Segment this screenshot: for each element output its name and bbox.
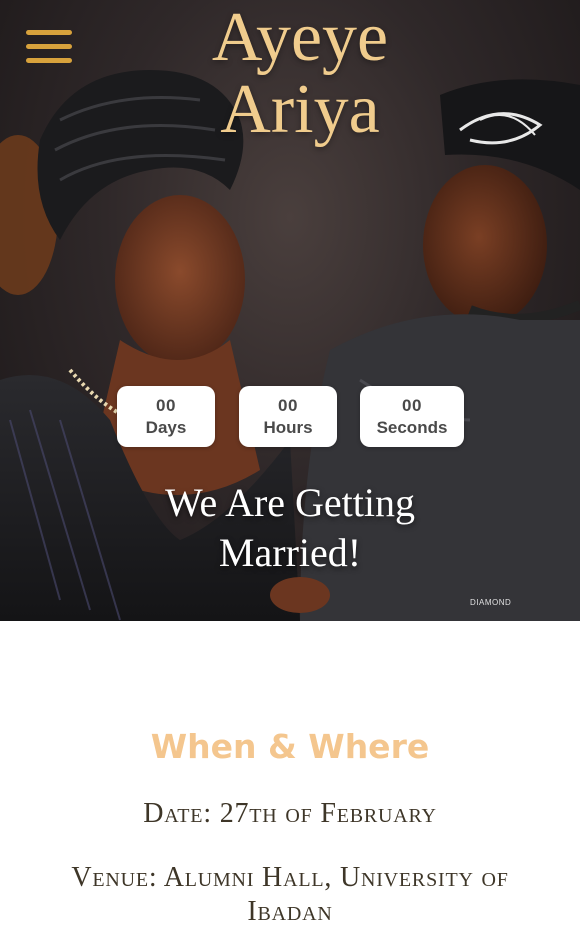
when-where-heading: When & Where [150,727,430,766]
event-details-section: When & Where Date: 27th of February Venu… [0,621,580,927]
days-label: Days [145,418,187,437]
tagline-line-2: Married! [218,530,362,575]
hero-section: Ayeye Ariya 00 Days 00 Hours 00 Seconds … [0,0,580,621]
photographer-watermark: DIAMOND [470,598,512,607]
menu-bar [26,58,72,63]
title-line-2: Ariya [220,71,380,148]
hero-tagline: We Are Getting Married! [90,478,490,578]
hamburger-menu-icon[interactable] [26,30,72,66]
countdown-seconds: 00 Seconds [360,386,464,447]
countdown-days: 00 Days [117,386,215,447]
event-venue: Venue: Alumni Hall, University of Ibadan [71,862,509,927]
couple-title: Ayeye Ariya [150,0,450,146]
menu-bar [26,44,72,49]
seconds-label: Seconds [376,418,448,437]
seconds-value: 00 [402,396,422,415]
title-line-1: Ayeye [211,0,389,76]
countdown-hours: 00 Hours [239,386,337,447]
days-value: 00 [156,396,176,415]
tagline-line-1: We Are Getting [164,480,416,525]
hours-label: Hours [263,418,313,437]
menu-bar [26,30,72,35]
event-date: Date: 27th of February [143,798,437,829]
hours-value: 00 [278,396,298,415]
